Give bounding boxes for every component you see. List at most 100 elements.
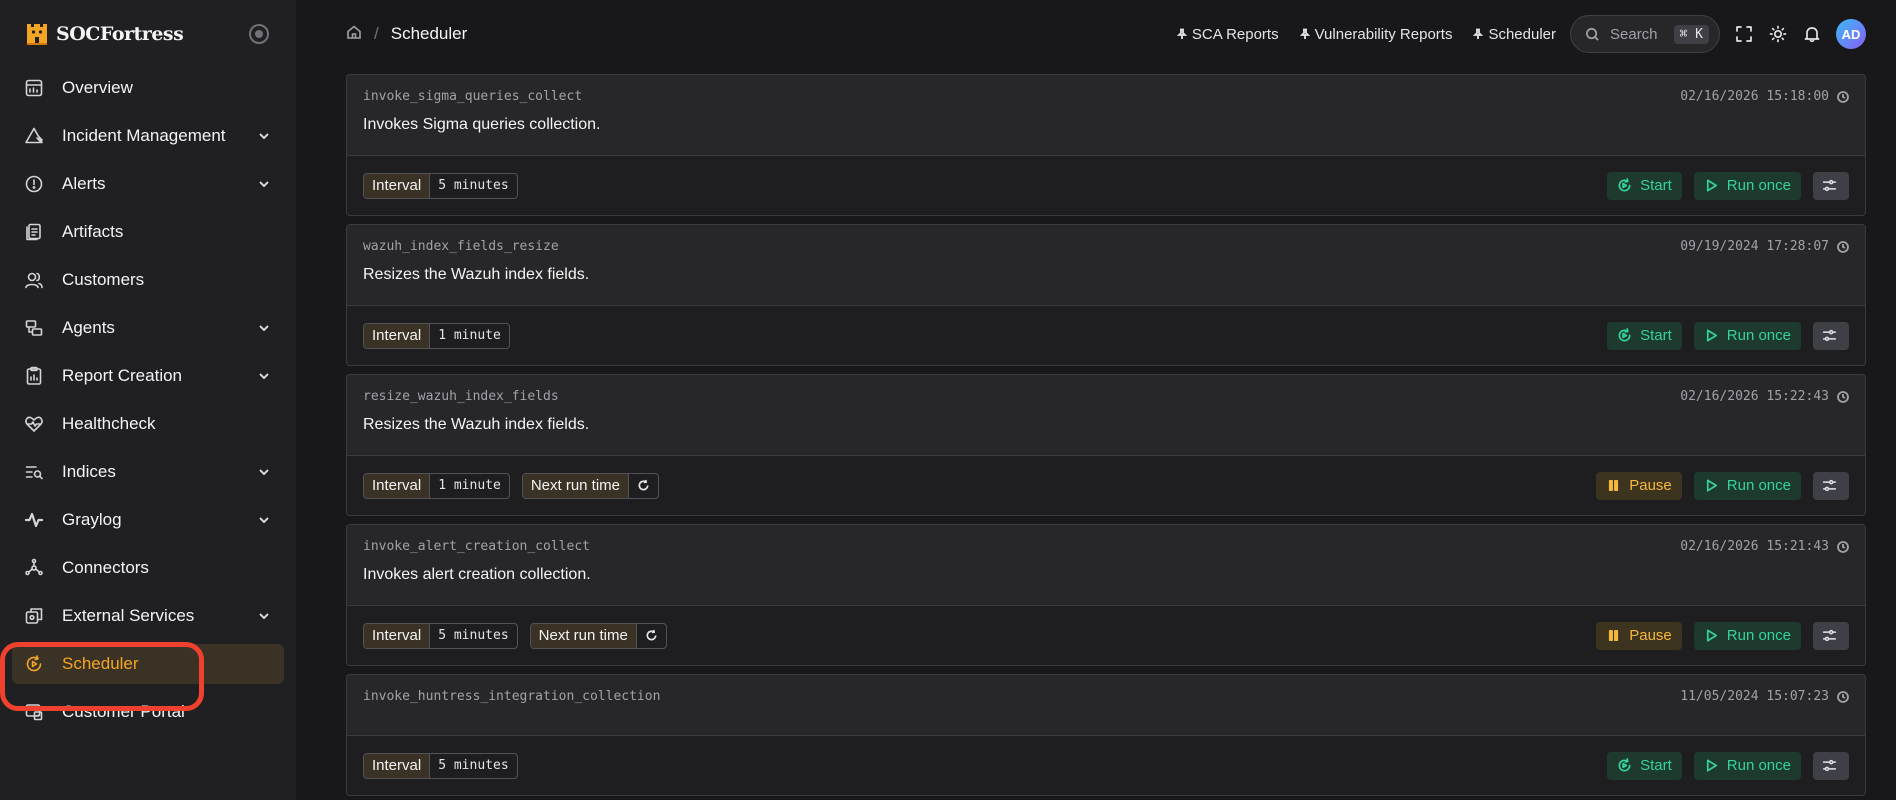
breadcrumb-current: Scheduler <box>390 24 468 43</box>
chevron-down-icon[interactable] <box>256 128 272 144</box>
sidebar-item-connectors[interactable]: Connectors <box>12 548 284 588</box>
start-button[interactable]: Start <box>1607 751 1682 780</box>
run-once-button[interactable]: Run once <box>1693 751 1801 780</box>
sidebar-item-incident-management[interactable]: Incident Management <box>12 116 284 156</box>
chevron-down-icon[interactable] <box>256 512 272 528</box>
run-once-label: Run once <box>1726 327 1791 344</box>
clock-icon <box>1837 240 1849 253</box>
job-date-text: 11/05/2024 15:07:23 <box>1680 689 1829 704</box>
notifications-bell-icon[interactable] <box>1802 24 1822 44</box>
pin-icon <box>1473 28 1484 39</box>
home-icon[interactable] <box>346 24 362 45</box>
theme-toggle-icon[interactable] <box>1768 24 1788 44</box>
sidebar-item-label: Report Creation <box>62 366 183 385</box>
alert-circle-icon <box>24 174 44 194</box>
interval-value: 5 minutes <box>438 628 509 643</box>
interval-badge: Interval 1 minute <box>363 322 510 349</box>
job-card-header: invoke_sigma_queries_collect Invokes Sig… <box>347 75 1865 156</box>
pause-button[interactable]: Pause <box>1596 471 1682 500</box>
job-id: wazuh_index_fields_resize <box>363 239 559 254</box>
settings-button[interactable] <box>1813 751 1849 780</box>
run-once-button[interactable]: Run once <box>1693 471 1801 500</box>
pinned-link-vulnerability-reports[interactable]: Vulnerability Reports <box>1299 26 1452 43</box>
settings-button[interactable] <box>1813 171 1849 200</box>
fullscreen-icon[interactable] <box>1734 24 1754 44</box>
sidebar-item-label: Customer Portal <box>62 702 185 721</box>
job-actions: Start Run once <box>1595 171 1849 200</box>
sidebar-collapse-icon[interactable] <box>249 24 269 44</box>
clock-icon <box>1837 540 1849 553</box>
pause-button[interactable]: Pause <box>1596 621 1682 650</box>
breadcrumb-separator: / <box>374 24 379 43</box>
chevron-down-icon[interactable] <box>256 320 272 336</box>
clock-icon <box>1837 690 1849 703</box>
connectors-icon <box>24 558 44 578</box>
next-run-label: Next run time <box>522 473 630 498</box>
settings-button[interactable] <box>1813 621 1849 650</box>
job-card-footer: Interval 1 minute Start Run once <box>347 306 1865 365</box>
pinned-link-label: Scheduler <box>1488 25 1556 43</box>
sliders-icon <box>1822 629 1837 642</box>
job-date-text: 02/16/2026 15:22:43 <box>1680 389 1829 404</box>
run-once-label: Run once <box>1726 177 1791 194</box>
refresh-icon[interactable] <box>637 624 666 648</box>
pinned-link-sca-reports[interactable]: SCA Reports <box>1176 26 1279 43</box>
chevron-down-icon[interactable] <box>256 368 272 384</box>
sidebar-item-label: Healthcheck <box>62 414 156 433</box>
search-input[interactable]: Search ⌘ K <box>1570 15 1720 53</box>
scheduler-job-list: invoke_sigma_queries_collect Invokes Sig… <box>296 68 1896 796</box>
refresh-icon[interactable] <box>629 474 658 498</box>
job-actions: Start Run once <box>1595 321 1849 350</box>
start-button[interactable]: Start <box>1607 171 1682 200</box>
clock-icon <box>1837 390 1849 403</box>
sidebar-item-graylog[interactable]: Graylog <box>12 500 284 540</box>
job-card-footer: Interval 5 minutes Start Run once <box>347 156 1865 215</box>
brand[interactable]: SOCFortress <box>0 0 296 68</box>
avatar[interactable]: AD <box>1836 19 1866 49</box>
sidebar-item-customer-portal[interactable]: Customer Portal <box>12 692 284 732</box>
job-card-footer: Interval 5 minutes Start Run once <box>347 736 1865 795</box>
sidebar-item-report-creation[interactable]: Report Creation <box>12 356 284 396</box>
external-services-icon <box>24 606 44 626</box>
report-icon <box>24 366 44 386</box>
interval-label: Interval <box>364 753 431 778</box>
run-once-label: Run once <box>1726 627 1791 644</box>
job-id: invoke_sigma_queries_collect <box>363 89 583 104</box>
sidebar-item-label: Customers <box>62 270 145 289</box>
sidebar-item-artifacts[interactable]: Artifacts <box>12 212 284 252</box>
pinned-link-scheduler[interactable]: Scheduler <box>1472 26 1556 43</box>
run-once-button[interactable]: Run once <box>1693 171 1801 200</box>
interval-badge: Interval 5 minutes <box>363 752 518 779</box>
list-search-icon <box>24 462 44 482</box>
chevron-down-icon[interactable] <box>256 176 272 192</box>
run-once-label: Run once <box>1726 477 1791 494</box>
sidebar-item-scheduler[interactable]: Scheduler <box>12 644 284 684</box>
sidebar-item-indices[interactable]: Indices <box>12 452 284 492</box>
search-placeholder: Search <box>1610 25 1658 43</box>
play-icon <box>1706 479 1717 492</box>
sidebar-item-customers[interactable]: Customers <box>12 260 284 300</box>
sidebar-item-overview[interactable]: Overview <box>12 68 284 108</box>
interval-badge: Interval 5 minutes <box>363 622 518 649</box>
sidebar-item-agents[interactable]: Agents <box>12 308 284 348</box>
job-description: Resizes the Wazuh index fields. <box>363 266 590 283</box>
run-once-button[interactable]: Run once <box>1693 621 1801 650</box>
settings-button[interactable] <box>1813 471 1849 500</box>
play-icon <box>1706 179 1717 192</box>
users-icon <box>24 270 44 290</box>
sidebar-item-healthcheck[interactable]: Healthcheck <box>12 404 284 444</box>
sidebar-item-external-services[interactable]: External Services <box>12 596 284 636</box>
sidebar-item-alerts[interactable]: Alerts <box>12 164 284 204</box>
scheduler-icon <box>24 654 44 674</box>
pause-icon <box>1609 479 1619 492</box>
job-card-footer: Interval 1 minute Next run time Pause Ru… <box>347 456 1865 515</box>
chevron-down-icon[interactable] <box>256 608 272 624</box>
documents-icon <box>24 222 44 242</box>
run-once-button[interactable]: Run once <box>1693 321 1801 350</box>
job-timestamp: 02/16/2026 15:21:43 <box>1680 539 1849 554</box>
chevron-down-icon[interactable] <box>256 464 272 480</box>
job-actions: Pause Run once <box>1584 471 1849 500</box>
start-button[interactable]: Start <box>1607 321 1682 350</box>
brand-name: SOCFortress <box>56 23 184 45</box>
settings-button[interactable] <box>1813 321 1849 350</box>
